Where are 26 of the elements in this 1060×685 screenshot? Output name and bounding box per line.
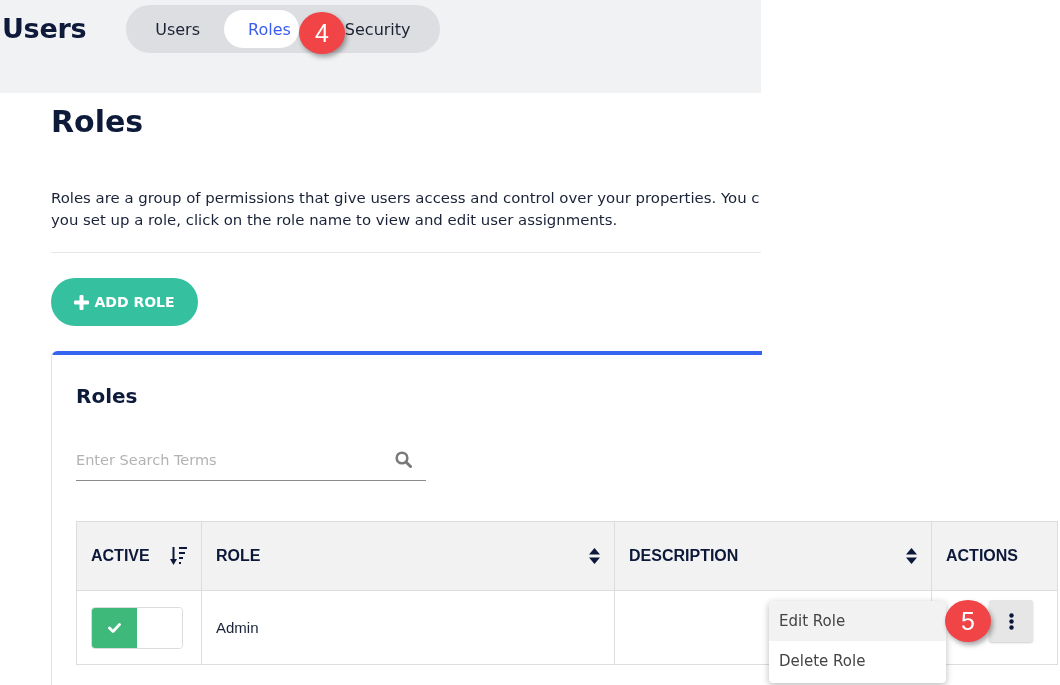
menu-item[interactable]: Delete Role [769,641,946,681]
tab[interactable]: Roles [224,10,299,48]
check-icon [108,622,121,633]
page-title: Users [1,12,87,46]
sort-descending-icon[interactable] [170,546,187,566]
search-field[interactable]: Enter Search Terms [76,440,426,481]
sort-icon[interactable] [589,548,600,564]
plus-icon [74,294,90,310]
active-toggle[interactable] [91,606,183,649]
card-title: Roles [76,384,138,408]
role-cell: Admin [201,590,615,665]
more-actions-button[interactable] [989,600,1033,642]
menu-item[interactable]: Edit Role [769,601,946,641]
sort-icon[interactable] [906,548,917,564]
tab[interactable]: Users [131,10,224,48]
search-icon[interactable] [395,451,412,468]
column-header: DESCRIPTION [629,547,739,565]
column-header: ACTIVE [91,547,150,565]
description-text: Roles are a group of permissions that give users access and control over your properties. You c you set up a role, click on the role name to view and edit user assignments. [51,188,760,231]
tab[interactable]: Security [344,10,435,48]
column-header: ROLE [216,547,261,565]
column-header: ACTIONS [946,547,1018,565]
vertical-dots-icon [1008,612,1014,630]
section-title: Roles [51,104,144,140]
step-number-badge: 5 [945,600,991,642]
step-number-badge: 4 [298,12,345,54]
